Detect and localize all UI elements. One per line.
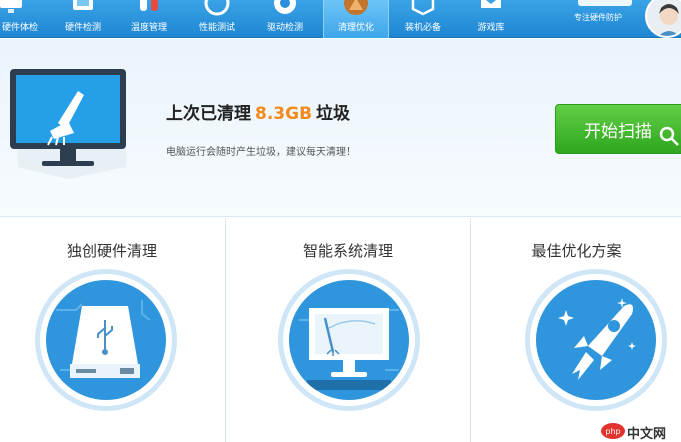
monitor-icon <box>0 0 22 13</box>
tab-label: 清理优化 <box>337 23 374 33</box>
broom-icon <box>344 0 368 15</box>
clean-hint: 电脑运行会随时产生垃圾，建议每天清理！ <box>166 147 356 158</box>
tab-performance[interactable]: 性能测试 <box>184 0 250 38</box>
feature-title: 智能系统清理 <box>302 242 393 260</box>
brand-logo: 专注硬件防护 <box>574 0 636 38</box>
monitor-clean-icon <box>299 308 399 390</box>
start-scan-label: 开始扫描 <box>584 121 652 142</box>
tab-game-library[interactable]: 游戏库 <box>458 0 524 38</box>
clean-summary-panel: 上次已清理 8.3GB 垃圾 电脑运行会随时产生垃圾，建议每天清理！ 开始扫描 <box>0 39 681 217</box>
tab-clean-optimize[interactable]: 清理优化 <box>323 0 389 38</box>
feature-badge <box>530 274 662 406</box>
tab-label: 驱动检测 <box>266 23 303 33</box>
last-clean-prefix: 上次已清理 <box>166 104 251 124</box>
magnifier-icon <box>659 126 679 146</box>
user-avatar-icon <box>658 4 680 36</box>
last-clean-suffix: 垃圾 <box>316 104 351 124</box>
speedometer-icon <box>204 0 230 16</box>
last-clean-summary: 上次已清理 8.3GB 垃圾 <box>166 99 350 124</box>
box-icon <box>411 0 435 16</box>
rocket-icon <box>558 298 636 380</box>
tab-label: 装机必备 <box>404 23 441 33</box>
brand-slogan: 专注硬件防护 <box>574 13 622 22</box>
top-nav-bar: 硬件体检 硬件检测 温度管理 性能测试 驱动检测 清理优化 装机必备 游戏库 专… <box>0 0 681 38</box>
tab-label: 硬件检测 <box>64 23 101 33</box>
svg-text:php: php <box>605 427 620 436</box>
monitor-broom-icon <box>10 69 126 179</box>
cleaned-amount: 8.3GB <box>255 104 313 124</box>
php-logo-icon: php <box>601 423 625 439</box>
tab-driver[interactable]: 驱动检测 <box>252 0 318 38</box>
watermark: php 中文网 <box>601 420 681 442</box>
tab-label: 硬件体检 <box>1 23 38 33</box>
feature-badge <box>40 274 172 406</box>
hard-drive-icon <box>56 300 151 378</box>
tab-essentials[interactable]: 装机必备 <box>390 0 456 38</box>
feature-title: 独创硬件清理 <box>66 242 157 260</box>
game-icon <box>481 0 501 8</box>
tab-label: 游戏库 <box>477 23 505 33</box>
feature-optimize-plan[interactable]: 最佳优化方案 <box>472 218 681 442</box>
tab-label: 性能测试 <box>198 23 235 33</box>
feature-badge <box>283 274 415 406</box>
brand-name-mark <box>578 0 632 6</box>
watermark-text: 中文网 <box>627 427 667 442</box>
tab-hardware-detect[interactable]: 硬件检测 <box>50 0 116 38</box>
tab-temperature[interactable]: 温度管理 <box>116 0 182 38</box>
start-scan-button[interactable]: 开始扫描 <box>555 104 681 154</box>
feature-hardware-clean[interactable]: 独创硬件清理 <box>0 218 224 442</box>
driver-icon <box>274 0 296 14</box>
avatar[interactable] <box>645 0 681 38</box>
tab-hardware-checkup[interactable]: 硬件体检 <box>0 0 44 38</box>
feature-system-clean[interactable]: 智能系统清理 <box>225 218 471 442</box>
feature-title: 最佳优化方案 <box>531 242 622 260</box>
tab-label: 温度管理 <box>130 23 167 33</box>
temperature-icon <box>140 0 158 11</box>
hardware-icon <box>73 0 93 10</box>
